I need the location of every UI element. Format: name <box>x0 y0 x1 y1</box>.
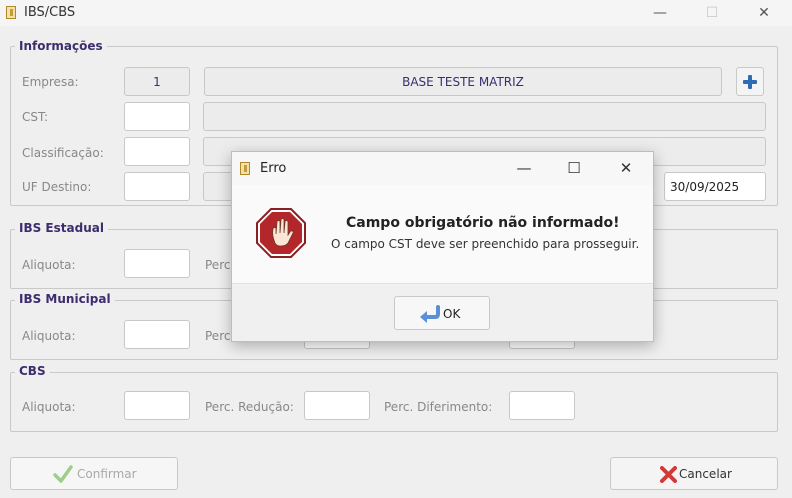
ibs-municipal-legend: IBS Municipal <box>15 292 115 306</box>
plus-icon <box>743 75 757 89</box>
dialog-maximize-button[interactable]: ☐ <box>554 157 594 179</box>
window-title: IBS/CBS <box>24 5 76 20</box>
empresa-code-field[interactable]: 1 <box>124 67 190 96</box>
empresa-label: Empresa: <box>22 75 79 89</box>
dialog-message: O campo CST deve ser preenchido para pro… <box>331 237 640 251</box>
stop-hand-icon <box>256 208 306 258</box>
app-icon <box>6 6 16 19</box>
maximize-button[interactable]: ☐ <box>692 2 732 24</box>
dialog-footer: OK <box>232 285 653 341</box>
cbs-reducao-label: Perc. Redução: <box>205 400 294 414</box>
dialog-body: Campo obrigatório não informado! O campo… <box>232 185 653 284</box>
ibs-estadual-aliquota-input[interactable] <box>124 249 190 278</box>
ibs-estadual-aliquota-label: Aliquota: <box>22 258 76 272</box>
return-arrow-icon <box>420 305 440 323</box>
ibs-municipal-aliquota-input[interactable] <box>124 320 190 349</box>
empresa-name-field[interactable]: BASE TESTE MATRIZ <box>204 67 722 96</box>
ok-button[interactable]: OK <box>394 296 490 330</box>
cbs-aliquota-input[interactable] <box>124 391 190 420</box>
date-input[interactable]: 30/09/2025 <box>664 172 766 201</box>
ibs-municipal-perc-label: Perc. <box>205 329 235 343</box>
classificacao-code-input[interactable] <box>124 137 190 166</box>
informacoes-legend: Informações <box>15 39 107 53</box>
dialog-titlebar: Erro — ☐ ✕ <box>232 152 653 185</box>
ok-label: OK <box>443 307 461 321</box>
confirm-label: Confirmar <box>77 467 137 481</box>
dialog-heading: Campo obrigatório não informado! <box>346 215 620 231</box>
close-button[interactable]: ✕ <box>744 2 784 24</box>
date-value: 30/09/2025 <box>670 180 740 194</box>
ibs-municipal-aliquota-label: Aliquota: <box>22 329 76 343</box>
ibs-estadual-perc-label: Perc. <box>205 258 235 272</box>
classificacao-label: Classificação: <box>22 146 104 160</box>
empresa-code-value: 1 <box>153 75 161 89</box>
dialog-app-icon <box>240 162 250 175</box>
cancel-label: Cancelar <box>679 467 732 481</box>
ibs-estadual-legend: IBS Estadual <box>15 221 108 235</box>
confirm-button[interactable]: Confirmar <box>10 457 178 490</box>
dialog-close-button[interactable]: ✕ <box>606 157 646 179</box>
uf-destino-input[interactable] <box>124 172 190 201</box>
cbs-aliquota-label: Aliquota: <box>22 400 76 414</box>
cancel-button[interactable]: Cancelar <box>610 457 778 490</box>
minimize-button[interactable]: — <box>640 2 680 24</box>
uf-destino-label: UF Destino: <box>22 180 92 194</box>
empresa-name-value: BASE TESTE MATRIZ <box>402 75 524 89</box>
cbs-legend: CBS <box>15 364 50 378</box>
error-dialog: Erro — ☐ ✕ Campo obrigatório não informa… <box>231 151 654 342</box>
dialog-title: Erro <box>260 161 287 176</box>
window-titlebar: IBS/CBS — ☐ ✕ <box>0 0 792 26</box>
cst-description-field[interactable] <box>203 102 766 131</box>
cancel-x-icon <box>660 466 677 483</box>
cbs-diferimento-label: Perc. Diferimento: <box>384 400 493 414</box>
cbs-reducao-input[interactable] <box>304 391 370 420</box>
cbs-diferimento-input[interactable] <box>509 391 575 420</box>
cst-code-input[interactable] <box>124 102 190 131</box>
add-empresa-button[interactable] <box>736 67 764 96</box>
checkmark-icon <box>53 465 73 483</box>
cst-label: CST: <box>22 110 49 124</box>
dialog-minimize-button[interactable]: — <box>504 157 544 179</box>
